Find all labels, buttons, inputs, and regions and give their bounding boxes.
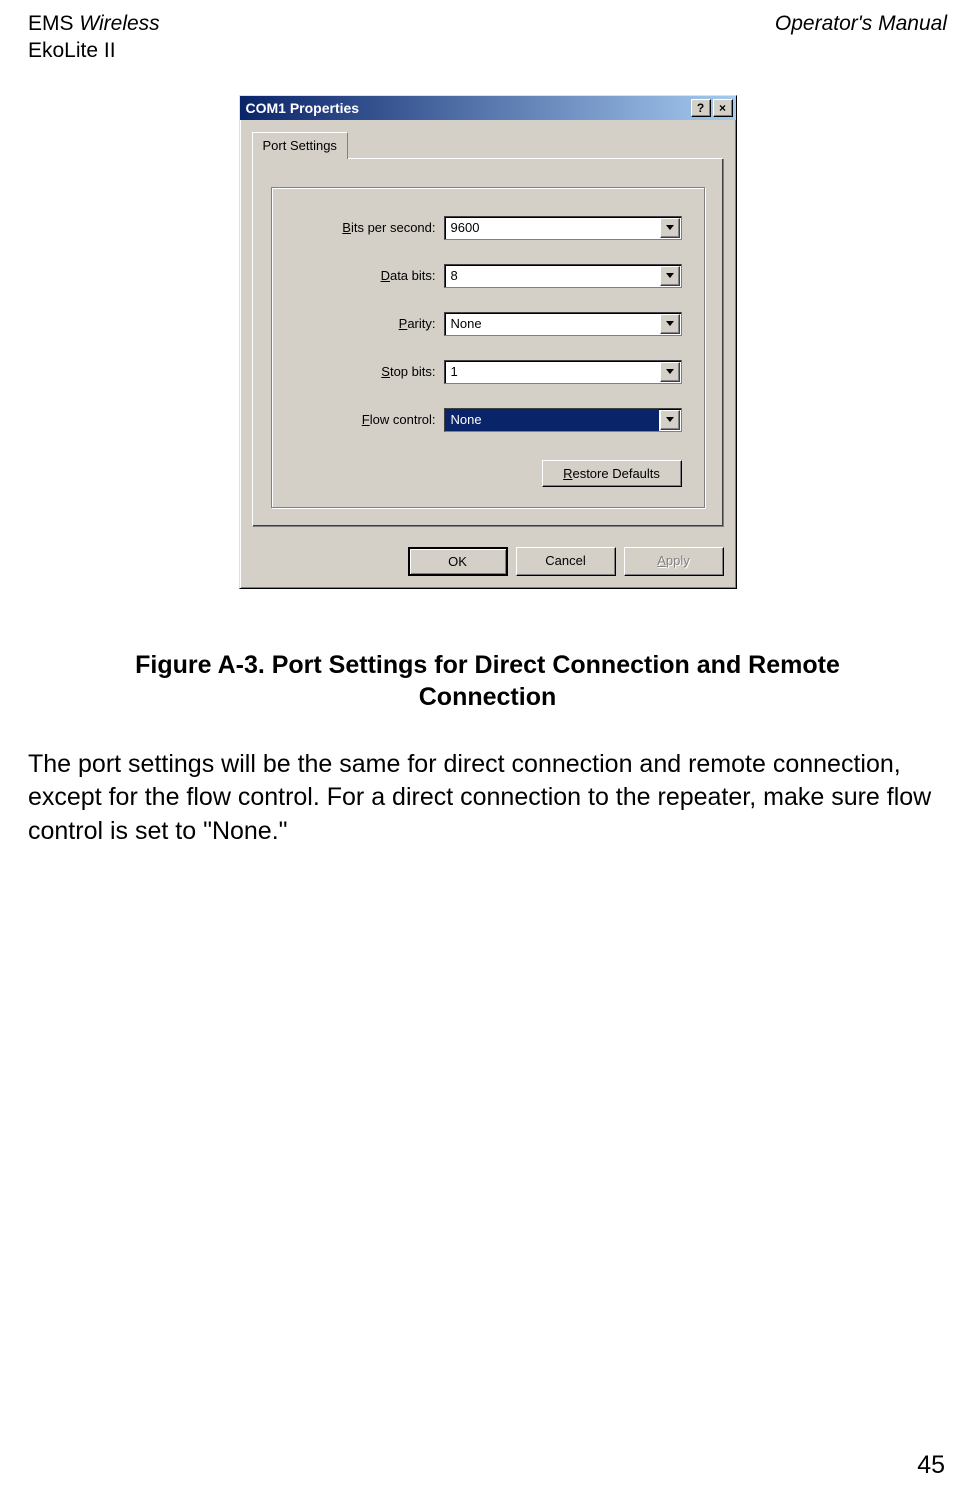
settings-groupbox: Bits per second: 9600 Data bits: 8 [271,187,705,508]
label-stop-bits: Stop bits: [294,364,444,379]
tab-panel: Bits per second: 9600 Data bits: 8 [252,158,724,527]
label-data-bits: Data bits: [294,268,444,283]
close-button[interactable]: × [713,99,733,117]
combo-value: 9600 [445,217,659,239]
page-number: 45 [917,1451,945,1480]
row-stop-bits: Stop bits: 1 [294,360,682,384]
restore-row: Restore Defaults [294,460,682,487]
header-left: EMS Wireless EkoLite II [28,10,160,65]
help-button[interactable]: ? [691,99,711,117]
row-data-bits: Data bits: 8 [294,264,682,288]
tab-strip: Port Settings [252,132,724,159]
label-bits-per-second: Bits per second: [294,220,444,235]
combo-value: None [445,313,659,335]
combo-stop-bits[interactable]: 1 [444,360,682,384]
dialog-container: COM1 Properties ? × Port Settings Bits p… [28,95,947,589]
row-bits-per-second: Bits per second: 9600 [294,216,682,240]
titlebar-buttons: ? × [691,99,733,117]
cancel-button[interactable]: Cancel [516,547,616,576]
header-right: Operator's Manual [775,10,947,65]
combo-value: 1 [445,361,659,383]
com1-properties-dialog: COM1 Properties ? × Port Settings Bits p… [239,95,737,589]
apply-button: Apply [624,547,724,576]
chevron-down-icon [660,266,680,286]
combo-flow-control[interactable]: None [444,408,682,432]
row-flow-control: Flow control: None [294,408,682,432]
label-flow-control: Flow control: [294,412,444,427]
help-icon: ? [697,101,704,115]
label-parity: Parity: [294,316,444,331]
ok-button[interactable]: OK [408,547,508,576]
combo-data-bits[interactable]: 8 [444,264,682,288]
combo-parity[interactable]: None [444,312,682,336]
combo-bits-per-second[interactable]: 9600 [444,216,682,240]
body-paragraph: The port settings will be the same for d… [28,748,947,849]
page-header: EMS Wireless EkoLite II Operator's Manua… [28,10,947,65]
chevron-down-icon [660,218,680,238]
close-icon: × [719,101,726,115]
dialog-body: Port Settings Bits per second: 9600 Data… [240,120,736,537]
chevron-down-icon [660,410,680,430]
chevron-down-icon [660,362,680,382]
dialog-button-row: OK Cancel Apply [240,537,736,588]
header-left-line2: EkoLite II [28,37,160,64]
figure-caption: Figure A-3. Port Settings for Direct Con… [68,649,907,714]
header-left-line1: EMS Wireless [28,10,160,37]
combo-value: None [445,409,659,431]
combo-value: 8 [445,265,659,287]
restore-defaults-button[interactable]: Restore Defaults [542,460,682,487]
tab-port-settings[interactable]: Port Settings [252,132,348,159]
row-parity: Parity: None [294,312,682,336]
titlebar: COM1 Properties ? × [240,96,736,120]
dialog-title: COM1 Properties [246,100,360,116]
chevron-down-icon [660,314,680,334]
